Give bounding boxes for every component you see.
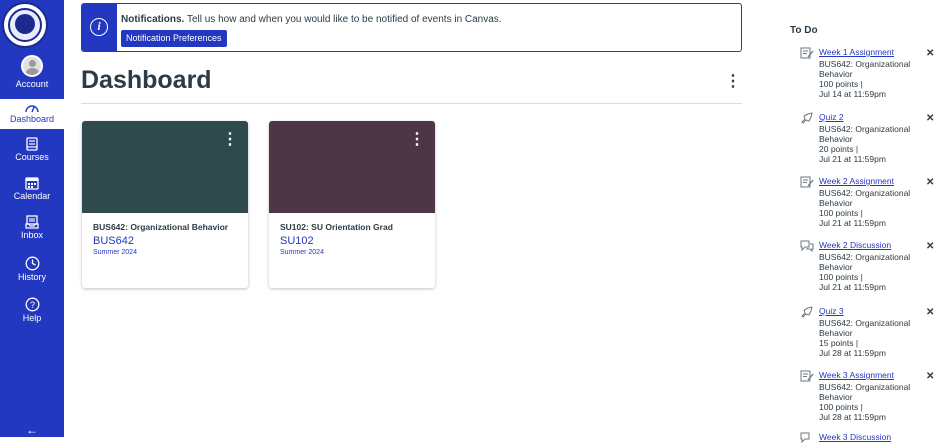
nav-courses-label: Courses: [15, 152, 49, 162]
card-options-icon[interactable]: ⋮: [409, 131, 425, 149]
collapse-nav-icon[interactable]: ←: [26, 424, 38, 436]
todo-course: BUS642: Organizational: [819, 382, 911, 392]
todo-due: Jul 28 at 11:59pm: [819, 412, 886, 422]
dashboard-options-icon[interactable]: ⋮: [725, 72, 741, 92]
logo-seal: [15, 14, 35, 34]
course-term: Summer 2024: [93, 249, 137, 256]
course-card-su102[interactable]: ⋮ SU102: SU Orientation Grad SU102 Summe…: [269, 121, 435, 288]
todo-due: Jul 28 at 11:59pm: [819, 348, 886, 358]
todo-due: Jul 21 at 11:59pm: [819, 218, 886, 228]
todo-course: BUS642: Organizational: [819, 124, 911, 134]
course-card-bus642[interactable]: ⋮ BUS642: Organizational Behavior BUS642…: [82, 121, 248, 288]
notification-preferences-button[interactable]: Notification Preferences: [121, 30, 227, 47]
todo-course-cont: Behavior: [819, 262, 853, 272]
course-card-hero[interactable]: ⋮: [82, 121, 248, 213]
dismiss-icon[interactable]: ✕: [926, 372, 934, 382]
dismiss-icon[interactable]: ✕: [926, 114, 934, 124]
notification-banner: i Notifications. Tell us how and when yo…: [81, 3, 742, 52]
global-navigation: Account Dashboard Courses Calendar Inbox…: [0, 0, 64, 437]
todo-course-cont: Behavior: [819, 392, 853, 402]
assignment-icon: [800, 370, 814, 382]
todo-points: 20 points |: [819, 144, 859, 154]
assignment-icon: [800, 47, 814, 59]
todo-due: Jul 21 at 11:59pm: [819, 282, 886, 292]
card-options-icon[interactable]: ⋮: [222, 131, 238, 149]
university-logo[interactable]: [2, 2, 48, 48]
quiz-icon: [801, 306, 813, 318]
todo-course-cont: Behavior: [819, 198, 853, 208]
todo-item-link[interactable]: Quiz 3: [819, 306, 844, 316]
course-name[interactable]: BUS642: Organizational Behavior: [93, 222, 228, 232]
nav-dashboard-label: Dashboard: [9, 114, 55, 124]
nav-calendar-label: Calendar: [13, 191, 51, 201]
todo-item-link[interactable]: Week 3 Discussion: [819, 432, 891, 442]
dismiss-icon[interactable]: ✕: [926, 178, 934, 188]
dismiss-icon[interactable]: ✕: [926, 308, 934, 318]
dashboard-icon: [25, 105, 39, 113]
notification-icon-bar: i: [82, 4, 117, 51]
nav-history-label: History: [17, 272, 46, 282]
dismiss-icon[interactable]: ✕: [926, 242, 934, 252]
account-avatar: [21, 55, 43, 77]
notification-title: Notifications.: [121, 14, 185, 25]
assignment-icon: [800, 176, 814, 188]
nav-inbox[interactable]: Inbox: [0, 215, 64, 255]
course-card-hero[interactable]: ⋮: [269, 121, 435, 213]
todo-due: Jul 14 at 11:59pm: [819, 89, 886, 99]
nav-help[interactable]: ? Help: [0, 297, 64, 337]
nav-account-label: Account: [15, 79, 49, 89]
todo-item-link[interactable]: Week 2 Assignment: [819, 176, 894, 186]
notification-message: Notifications. Tell us how and when you …: [121, 14, 502, 26]
todo-points: 100 points |: [819, 208, 863, 218]
quiz-icon: [801, 112, 813, 124]
course-term: Summer 2024: [280, 249, 324, 256]
header-divider: [81, 103, 742, 104]
history-icon: [25, 256, 39, 271]
todo-course: BUS642: Organizational: [819, 188, 911, 198]
nav-history[interactable]: History: [0, 256, 64, 296]
todo-course-cont: Behavior: [819, 328, 853, 338]
todo-course: BUS642: Organizational: [819, 252, 911, 262]
todo-course: BUS642: Organizational: [819, 59, 911, 69]
nav-account[interactable]: Account: [0, 55, 64, 95]
course-code: SU102: [280, 235, 314, 247]
nav-help-label: Help: [22, 313, 42, 323]
page-title: Dashboard: [81, 66, 212, 94]
nav-courses[interactable]: Courses: [0, 137, 64, 177]
course-code: BUS642: [93, 235, 134, 247]
todo-title: To Do: [790, 25, 818, 36]
todo-item-link[interactable]: Week 2 Discussion: [819, 240, 891, 250]
todo-points: 100 points |: [819, 402, 863, 412]
svg-text:?: ?: [29, 300, 34, 310]
todo-item-link[interactable]: Quiz 2: [819, 112, 844, 122]
calendar-icon: [25, 177, 39, 190]
todo-points: 15 points |: [819, 338, 859, 348]
nav-dashboard[interactable]: Dashboard: [0, 99, 64, 129]
info-icon: i: [90, 18, 108, 36]
todo-points: 100 points |: [819, 272, 863, 282]
course-name[interactable]: SU102: SU Orientation Grad: [280, 222, 393, 232]
courses-icon: [26, 137, 38, 151]
todo-item-link[interactable]: Week 3 Assignment: [819, 370, 894, 380]
notification-text: Tell us how and when you would like to b…: [186, 14, 502, 25]
nav-inbox-label: Inbox: [20, 230, 44, 240]
todo-points: 100 points |: [819, 79, 863, 89]
help-icon: ?: [25, 297, 39, 312]
discussion-icon: [800, 432, 810, 444]
inbox-icon: [25, 215, 39, 229]
todo-course: BUS642: Organizational: [819, 318, 911, 328]
nav-calendar[interactable]: Calendar: [0, 176, 64, 216]
todo-item-link[interactable]: Week 1 Assignment: [819, 47, 894, 57]
todo-due: Jul 21 at 11:59pm: [819, 154, 886, 164]
dismiss-icon[interactable]: ✕: [926, 49, 934, 59]
todo-course-cont: Behavior: [819, 69, 853, 79]
discussion-icon: [800, 240, 814, 252]
todo-course-cont: Behavior: [819, 134, 853, 144]
